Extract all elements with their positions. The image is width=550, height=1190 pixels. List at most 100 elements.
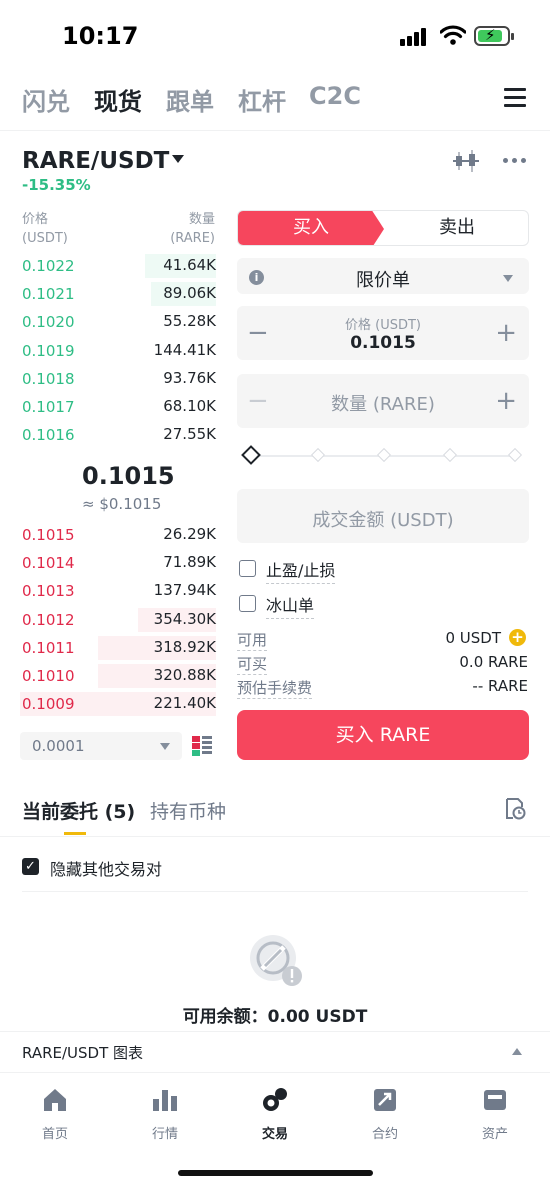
bid-row[interactable]: 0.1022 41.64K (20, 253, 216, 279)
nav-markets[interactable]: 行情 (110, 1087, 220, 1142)
iceberg-label[interactable]: 冰山单 (266, 592, 315, 619)
add-funds-icon[interactable]: + (509, 629, 526, 646)
price-header: 价格 (USDT) (22, 212, 68, 246)
quantity-input[interactable]: − 数量 (RARE) + (237, 374, 529, 428)
caret-up-icon[interactable] (512, 1048, 522, 1055)
bid-quantity: 27.55K (163, 425, 216, 444)
tab-copy-trading[interactable]: 跟单 (166, 82, 214, 117)
buy-sell-toggle: 买入 卖出 (237, 210, 529, 246)
battery-icon: ⚡ (474, 26, 514, 46)
futures-icon (374, 1089, 396, 1111)
bid-row[interactable]: 0.1021 89.06K (20, 281, 216, 307)
bid-quantity: 144.41K (153, 340, 216, 359)
no-records-icon (250, 935, 302, 986)
quantity-increase-button[interactable]: + (495, 388, 517, 414)
home-icon (44, 1089, 66, 1111)
ask-price: 0.1010 (22, 667, 75, 685)
pair-selector[interactable]: RARE/USDT (22, 148, 169, 174)
bid-price: 0.1016 (22, 426, 75, 445)
ask-quantity: 354.30K (153, 609, 216, 628)
price-input[interactable]: − 价格 (USDT) 0.1015 + (237, 306, 529, 360)
amount-percentage-slider[interactable] (241, 445, 523, 466)
divider (22, 891, 528, 892)
nav-trade[interactable]: 交易 (220, 1087, 330, 1142)
bid-row[interactable]: 0.1019 144.41K (20, 338, 216, 364)
last-price: 0.1015 (82, 462, 175, 490)
bid-row[interactable]: 0.1020 55.28K (20, 309, 216, 335)
ask-row[interactable]: 0.1012 354.30K (20, 607, 216, 633)
caret-down-icon[interactable] (172, 155, 184, 163)
ask-row[interactable]: 0.1010 320.88K (20, 663, 216, 689)
tab-margin[interactable]: 杠杆 (238, 82, 286, 117)
ask-quantity: 137.94K (153, 581, 216, 600)
status-bar: 10:17 ⚡ (0, 0, 550, 70)
tab-holdings[interactable]: 持有币种 (150, 797, 226, 824)
ask-row[interactable]: 0.1014 71.89K (20, 550, 216, 576)
order-type-select[interactable]: i 限价单 (237, 258, 529, 294)
bid-quantity: 55.28K (163, 312, 216, 331)
caret-down-icon (503, 275, 513, 282)
last-price-usd: ≈ $0.1015 (82, 495, 162, 513)
iceberg-checkbox[interactable] (239, 595, 256, 612)
price-increase-button[interactable]: + (495, 320, 517, 346)
total-input[interactable]: 成交金额 (USDT) (237, 489, 529, 543)
divider (0, 130, 550, 131)
ask-quantity: 221.40K (153, 694, 216, 713)
orderbook-layout-icon[interactable] (192, 736, 212, 756)
ask-price: 0.1009 (22, 695, 75, 714)
tab-c2c[interactable]: C2C (309, 82, 361, 110)
buy-tab[interactable]: 买入 (238, 211, 384, 245)
can-buy-value: 0.0 RARE (459, 653, 528, 671)
bid-price: 0.1022 (22, 257, 75, 275)
fee-label: 预估手续费 (237, 679, 313, 699)
bid-row[interactable]: 0.1017 68.10K (20, 394, 216, 420)
slider-handle[interactable] (241, 445, 261, 465)
divider (0, 836, 550, 837)
more-icon[interactable] (503, 158, 527, 164)
bid-price: 0.1021 (22, 285, 75, 304)
hide-other-pairs-checkbox[interactable]: ✓ (22, 858, 39, 875)
price-value: 0.1015 (350, 333, 416, 353)
tab-open-orders[interactable]: 当前委托 (5) (22, 797, 135, 824)
ask-quantity: 71.89K (163, 553, 216, 572)
markets-icon (153, 1090, 177, 1111)
chart-panel-toggle[interactable]: RARE/USDT 图表 (22, 1042, 143, 1063)
tab-spot[interactable]: 现货 (94, 82, 142, 117)
sell-tab[interactable]: 卖出 (384, 211, 528, 245)
trade-icon (263, 1088, 287, 1111)
ask-row[interactable]: 0.1013 137.94K (20, 578, 216, 604)
ask-quantity: 26.29K (163, 525, 216, 543)
ask-quantity: 320.88K (153, 666, 216, 684)
tpsl-checkbox[interactable] (239, 560, 256, 577)
bid-quantity: 41.64K (163, 256, 216, 274)
wifi-icon (440, 25, 466, 45)
buy-button[interactable]: 买入 RARE (237, 710, 529, 760)
bid-row[interactable]: 0.1016 27.55K (20, 422, 216, 448)
top-nav: 闪兑 现货 跟单 杠杆 C2C (0, 76, 550, 126)
caret-down-icon (160, 743, 170, 750)
price-change: -15.35% (22, 176, 91, 194)
candlestick-chart-icon[interactable] (453, 150, 479, 172)
nav-home[interactable]: 首页 (0, 1087, 110, 1142)
ask-price: 0.1014 (22, 554, 75, 573)
ask-row[interactable]: 0.1009 221.40K (20, 691, 216, 717)
tpsl-label[interactable]: 止盈/止损 (266, 557, 336, 584)
can-buy-label: 可买 (237, 655, 268, 675)
ask-price: 0.1011 (22, 638, 75, 657)
ask-row[interactable]: 0.1011 318.92K (20, 635, 216, 661)
nav-assets[interactable]: 资产 (440, 1087, 550, 1142)
ask-price: 0.1015 (22, 526, 75, 544)
available-value: 0 USDT (445, 629, 501, 647)
ask-price: 0.1013 (22, 582, 75, 601)
ask-row[interactable]: 0.1015 26.29K (20, 522, 216, 548)
home-indicator[interactable] (178, 1170, 373, 1176)
menu-icon[interactable] (504, 88, 526, 108)
tab-swap[interactable]: 闪兑 (22, 82, 70, 117)
hide-other-pairs-label[interactable]: 隐藏其他交易对 (50, 856, 162, 880)
depth-precision-select[interactable]: 0.0001 (20, 732, 182, 760)
nav-futures[interactable]: 合约 (330, 1087, 440, 1142)
available-label: 可用 (237, 631, 268, 651)
fee-value: -- RARE (472, 677, 528, 695)
order-history-icon[interactable] (504, 798, 526, 820)
bid-row[interactable]: 0.1018 93.76K (20, 366, 216, 392)
